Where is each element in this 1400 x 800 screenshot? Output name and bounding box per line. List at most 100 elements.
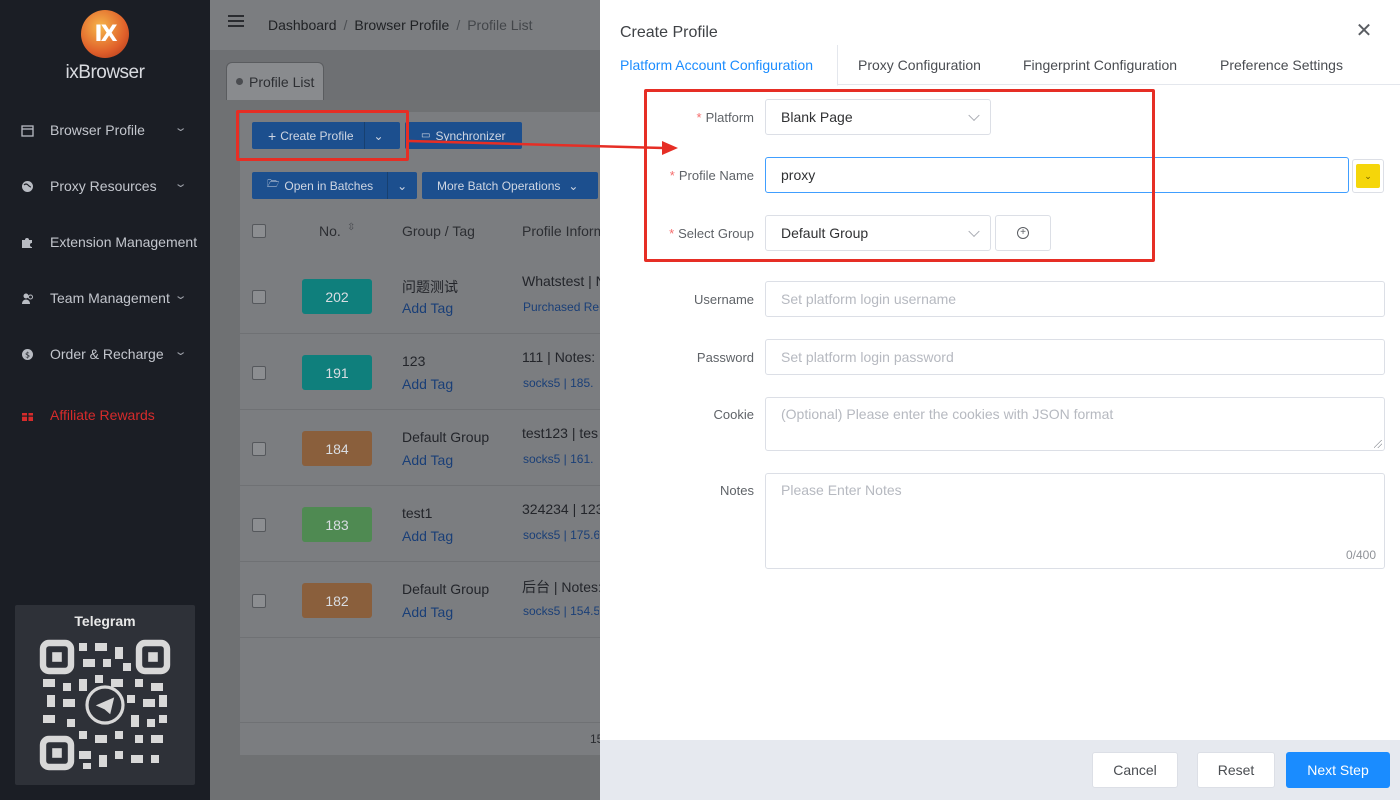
puzzle-icon (20, 235, 34, 249)
password-placeholder: Set platform login password (781, 349, 954, 365)
breadcrumb-dashboard[interactable]: Dashboard (268, 17, 337, 33)
drawer-tabs: Platform Account Configuration Proxy Con… (600, 45, 1400, 86)
chevron-down-icon: ⌄ (173, 346, 188, 358)
drawer-footer: Cancel Reset Next Step (600, 740, 1400, 800)
select-all-checkbox[interactable] (252, 224, 266, 238)
proxy-info: socks5 | 175.6 (523, 528, 599, 542)
password-input[interactable]: Set platform login password (765, 339, 1385, 375)
username-placeholder: Set platform login username (781, 291, 957, 307)
cookie-textarea[interactable]: (Optional) Please enter the cookies with… (765, 397, 1385, 451)
drawer-title: Create Profile (620, 24, 718, 41)
notes-char-counter: 0/400 (1345, 548, 1376, 562)
profile-number-badge: 183 (302, 507, 372, 542)
notes-placeholder: Please Enter Notes (781, 482, 902, 498)
breadcrumb: Dashboard / Browser Profile / Profile List (268, 17, 533, 33)
add-tag-link[interactable]: Add Tag (402, 376, 453, 392)
row-checkbox[interactable] (252, 290, 266, 304)
tab-dot-icon (236, 78, 243, 85)
open-in-batches-label: Open in Batches (284, 178, 374, 193)
profile-number-badge: 202 (302, 279, 372, 314)
sidebar-item-label: Team Management (50, 290, 170, 306)
sidebar-item-order-recharge[interactable]: $ Order & Recharge ⌄ (0, 334, 210, 374)
sidebar: IX ixBrowser Browser Profile ⌄ Proxy Res… (0, 0, 210, 800)
row-checkbox[interactable] (252, 366, 266, 380)
chevron-down-icon: ⌄ (173, 178, 188, 190)
proxy-info: socks5 | 161. (523, 452, 594, 466)
app-name: ixBrowser (65, 62, 145, 83)
add-tag-link[interactable]: Add Tag (402, 528, 453, 544)
sidebar-item-label: Browser Profile (50, 122, 145, 138)
sidebar-item-browser-profile[interactable]: Browser Profile ⌄ (0, 110, 210, 150)
color-picker[interactable]: ⌄ (1352, 159, 1384, 193)
sidebar-item-extension-management[interactable]: Extension Management (0, 222, 210, 262)
notes-textarea[interactable]: Please Enter Notes 0/400 (765, 473, 1385, 569)
sidebar-item-proxy-resources[interactable]: Proxy Resources ⌄ (0, 166, 210, 206)
tab-proxy-configuration[interactable]: Proxy Configuration (858, 45, 981, 85)
proxy-info: Purchased Re (523, 300, 599, 314)
profile-number-badge: 191 (302, 355, 372, 390)
calendar-icon (20, 123, 34, 137)
resize-handle-icon[interactable] (1374, 440, 1382, 448)
users-icon (20, 291, 34, 305)
close-icon[interactable]: ✕ (1355, 21, 1373, 41)
svg-text:$: $ (24, 350, 29, 359)
tab-label: Profile List (249, 73, 315, 90)
row-checkbox[interactable] (252, 442, 266, 456)
group-name: 123 (402, 353, 426, 369)
open-in-batches-button[interactable]: 🗁 Open in Batches ⌄ (252, 172, 417, 199)
chevron-down-icon: ⌄ (173, 290, 188, 302)
gift-icon (20, 408, 34, 422)
profile-info: test123 | tes (522, 425, 599, 441)
tab-profile-list[interactable]: Profile List (226, 62, 324, 100)
column-no[interactable]: No. (319, 223, 341, 239)
create-profile-drawer: Create Profile ✕ Platform Account Config… (600, 0, 1400, 800)
sort-icon[interactable]: ⇳ (347, 222, 355, 233)
proxy-info: socks5 | 154.5 (523, 604, 599, 618)
sidebar-item-label: Proxy Resources (50, 178, 157, 194)
profile-number-badge: 182 (302, 583, 372, 618)
username-input[interactable]: Set platform login username (765, 281, 1385, 317)
add-tag-link[interactable]: Add Tag (402, 604, 453, 620)
next-step-button[interactable]: Next Step (1286, 752, 1390, 788)
synchronizer-button[interactable]: ▭ Synchronizer (405, 122, 522, 149)
globe-icon (20, 179, 34, 193)
column-group-tag: Group / Tag (402, 223, 475, 239)
profile-info: Whatstest | N (522, 273, 600, 289)
synchronizer-label: Synchronizer (435, 128, 506, 143)
cookie-placeholder: (Optional) Please enter the cookies with… (781, 406, 1114, 422)
cancel-button[interactable]: Cancel (1092, 752, 1178, 788)
more-batch-operations-label: More Batch Operations (437, 178, 561, 193)
reset-button[interactable]: Reset (1197, 752, 1275, 788)
tab-platform-account-configuration[interactable]: Platform Account Configuration (620, 45, 813, 85)
sidebar-item-affiliate-rewards[interactable]: Affiliate Rewards (0, 395, 210, 435)
row-checkbox[interactable] (252, 518, 266, 532)
breadcrumb-browser-profile[interactable]: Browser Profile (354, 17, 449, 33)
tab-fingerprint-configuration[interactable]: Fingerprint Configuration (1023, 45, 1177, 85)
more-batch-operations-button[interactable]: More Batch Operations ⌄ (422, 172, 598, 199)
add-tag-link[interactable]: Add Tag (402, 300, 453, 316)
notes-label: Notes (720, 483, 754, 498)
telegram-title: Telegram (74, 613, 136, 629)
sidebar-item-team-management[interactable]: Team Management ⌄ (0, 278, 210, 318)
highlight-required-fields (644, 89, 1155, 262)
password-label: Password (696, 350, 754, 365)
menu-toggle-icon[interactable] (228, 15, 244, 29)
add-tag-link[interactable]: Add Tag (402, 452, 453, 468)
telegram-qr-card[interactable]: Telegram (15, 605, 195, 785)
chevron-down-icon[interactable]: ⌄ (388, 179, 416, 193)
tab-preference-settings[interactable]: Preference Settings (1220, 45, 1343, 85)
chevron-down-icon: ⌄ (568, 178, 579, 193)
group-name: 问题测试 (402, 279, 458, 295)
group-name: Default Group (402, 581, 490, 597)
profile-info: 324234 | 123 (522, 501, 600, 517)
profile-number-badge: 184 (302, 431, 372, 466)
sidebar-item-label: Order & Recharge (50, 346, 164, 362)
app-logo[interactable]: IX ixBrowser (0, 10, 210, 84)
row-checkbox[interactable] (252, 594, 266, 608)
profile-info: 111 | Notes: (522, 349, 596, 365)
dollar-icon: $ (20, 347, 34, 361)
group-name: test1 (402, 505, 433, 521)
qr-code-icon (39, 639, 171, 771)
highlight-create-profile (236, 110, 409, 161)
chevron-down-icon: ⌄ (173, 122, 188, 134)
